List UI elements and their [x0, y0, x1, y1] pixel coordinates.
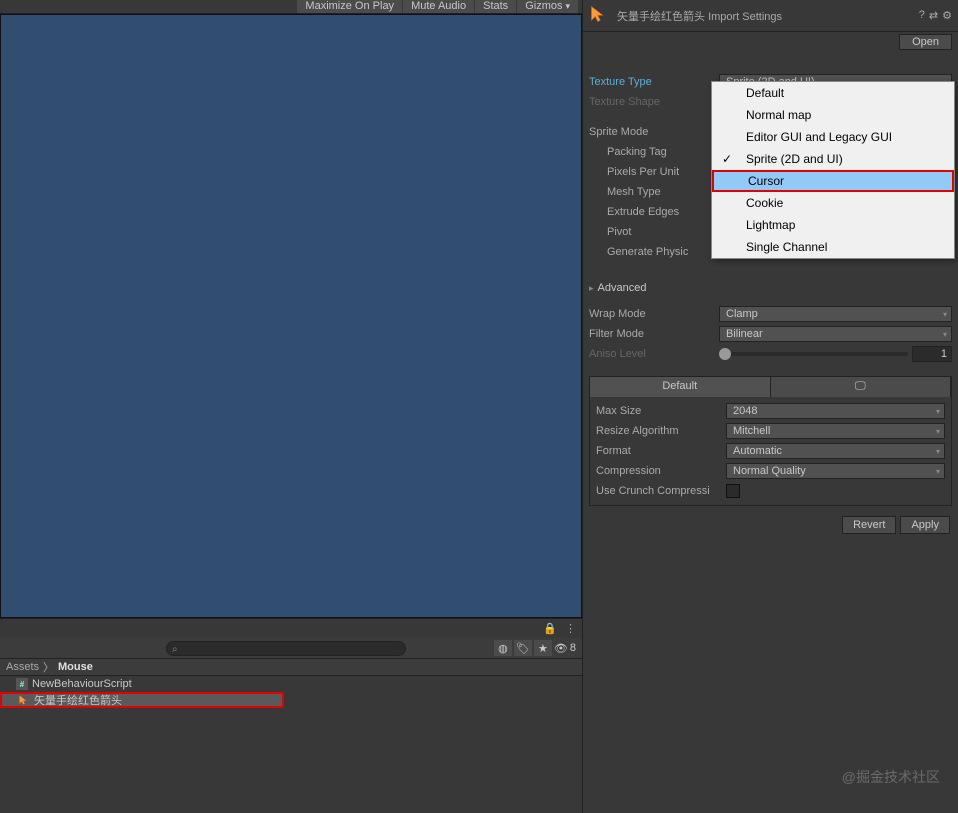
breadcrumb: Assets 〉 Mouse [0, 658, 582, 676]
aniso-level-input[interactable] [912, 346, 952, 362]
csharp-icon: # [16, 678, 28, 690]
hidden-count[interactable]: 👁8 [554, 642, 576, 655]
filter-mode-dropdown[interactable]: Bilinear [719, 326, 952, 342]
advanced-foldout[interactable]: Advanced [589, 278, 952, 298]
resize-algorithm-label: Resize Algorithm [596, 425, 726, 437]
arrow-cursor-icon [18, 694, 30, 706]
filter-by-label-icon[interactable]: 🏷 [514, 640, 532, 656]
texture-type-label: Texture Type [589, 76, 719, 88]
breadcrumb-root[interactable]: Assets [6, 661, 39, 673]
wrap-mode-label: Wrap Mode [589, 308, 719, 320]
dd-item-editor-gui[interactable]: Editor GUI and Legacy GUI [712, 126, 954, 148]
monitor-icon: 🖵 [855, 380, 866, 392]
max-size-dropdown[interactable]: 2048 [726, 403, 945, 419]
dd-item-sprite[interactable]: Sprite (2D and UI) [712, 148, 954, 170]
game-toolbar: Maximize On Play Mute Audio Stats Gizmos [0, 0, 582, 14]
gizmos-dropdown[interactable]: Gizmos [517, 0, 578, 13]
asset-label: 矢量手绘红色箭头 [34, 692, 122, 708]
inspector-title: 矢量手绘红色箭头 Import Settings [617, 8, 911, 24]
crunch-checkbox[interactable] [726, 484, 740, 498]
format-dropdown[interactable]: Automatic [726, 443, 945, 459]
filter-mode-label: Filter Mode [589, 328, 719, 340]
apply-button[interactable]: Apply [900, 516, 950, 534]
dd-item-default[interactable]: Default [712, 82, 954, 104]
breadcrumb-current[interactable]: Mouse [58, 661, 93, 673]
game-viewport [0, 14, 582, 618]
asset-row[interactable]: # NewBehaviourScript [0, 676, 582, 692]
revert-button[interactable]: Revert [842, 516, 896, 534]
project-toolbar: ⌕ ◍ 🏷 ★ 👁8 [0, 638, 582, 658]
dd-item-lightmap[interactable]: Lightmap [712, 214, 954, 236]
search-icon: ⌕ [172, 644, 178, 655]
asset-row-selected[interactable]: 矢量手绘红色箭头 [0, 692, 284, 708]
crunch-label: Use Crunch Compressi [596, 485, 726, 497]
stats-button[interactable]: Stats [475, 0, 516, 13]
preset-icon[interactable]: ⇄ [929, 9, 938, 22]
maximize-on-play-button[interactable]: Maximize On Play [297, 0, 402, 13]
open-button[interactable]: Open [899, 34, 952, 50]
panel-handle-bar: 🔒 ⋮ [0, 618, 582, 638]
filter-by-type-icon[interactable]: ◍ [494, 640, 512, 656]
max-size-label: Max Size [596, 405, 726, 417]
hidden-icon: 👁 [554, 642, 568, 655]
dd-item-cursor[interactable]: Cursor [712, 170, 954, 192]
watermark: @掘金技术社区 [842, 767, 940, 787]
tab-standalone[interactable]: 🖵 [771, 377, 952, 397]
texture-shape-label: Texture Shape [589, 96, 719, 108]
compression-label: Compression [596, 465, 726, 477]
compression-dropdown[interactable]: Normal Quality [726, 463, 945, 479]
wrap-mode-dropdown[interactable]: Clamp [719, 306, 952, 322]
lock-icon[interactable]: 🔒 [543, 622, 557, 635]
asset-label: NewBehaviourScript [32, 678, 132, 690]
breadcrumb-sep: 〉 [43, 659, 54, 675]
platform-tabs: Default 🖵 Max Size 2048 Resize Algorithm… [589, 376, 952, 506]
favorite-icon[interactable]: ★ [534, 640, 552, 656]
dd-item-normal-map[interactable]: Normal map [712, 104, 954, 126]
aniso-level-label: Aniso Level [589, 348, 719, 360]
sprite-mode-label: Sprite Mode [589, 126, 719, 138]
asset-list: # NewBehaviourScript 矢量手绘红色箭头 [0, 676, 582, 813]
dd-item-cookie[interactable]: Cookie [712, 192, 954, 214]
format-label: Format [596, 445, 726, 457]
asset-thumbnail-icon [589, 4, 609, 27]
texture-type-popup: Default Normal map Editor GUI and Legacy… [711, 81, 955, 259]
project-search-input[interactable]: ⌕ [166, 641, 406, 656]
dd-item-single-channel[interactable]: Single Channel [712, 236, 954, 258]
help-icon[interactable]: ? [919, 9, 925, 22]
resize-algorithm-dropdown[interactable]: Mitchell [726, 423, 945, 439]
tab-default[interactable]: Default [590, 377, 771, 397]
aniso-level-slider[interactable] [719, 352, 908, 356]
mute-audio-button[interactable]: Mute Audio [403, 0, 474, 13]
panel-menu-icon[interactable]: ⋮ [565, 622, 576, 635]
settings-icon[interactable]: ⚙ [942, 9, 952, 22]
